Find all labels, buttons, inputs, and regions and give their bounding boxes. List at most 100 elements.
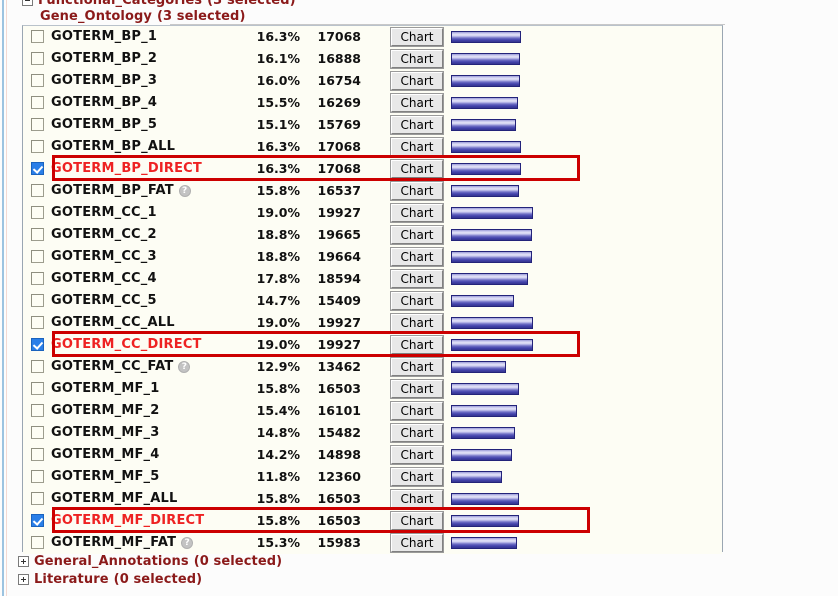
chart-button[interactable]: Chart	[390, 247, 444, 267]
chart-button[interactable]: Chart	[390, 401, 444, 421]
row-bar	[451, 515, 519, 527]
chart-button[interactable]: Chart	[390, 467, 444, 487]
chart-button[interactable]: Chart	[390, 71, 444, 91]
row-checkbox[interactable]	[31, 30, 44, 43]
table-row[interactable]: GOTERM_BP_ALL 16.3% 17068 Chart	[23, 136, 722, 158]
row-count: 16754	[317, 73, 362, 88]
chart-button[interactable]: Chart	[390, 335, 444, 355]
chart-button[interactable]: Chart	[390, 159, 444, 179]
table-row[interactable]: GOTERM_MF_2 15.4% 16101 Chart	[23, 400, 722, 422]
table-row[interactable]: GOTERM_CC_1 19.0% 19927 Chart	[23, 202, 722, 224]
row-checkbox[interactable]	[31, 96, 44, 109]
row-percent: 15.8%	[256, 183, 300, 198]
row-label: GOTERM_CC_4	[51, 271, 157, 286]
chart-button[interactable]: Chart	[390, 379, 444, 399]
row-checkbox[interactable]	[31, 294, 44, 307]
chart-button[interactable]: Chart	[390, 313, 444, 333]
table-row[interactable]: GOTERM_CC_4 17.8% 18594 Chart	[23, 268, 722, 290]
row-checkbox[interactable]	[31, 162, 44, 175]
table-row[interactable]: GOTERM_BP_5 15.1% 15769 Chart	[23, 114, 722, 136]
row-checkbox[interactable]	[31, 316, 44, 329]
question-mark-help-icon[interactable]: ?	[178, 185, 191, 197]
chart-button[interactable]: Chart	[390, 27, 444, 47]
chart-button[interactable]: Chart	[390, 93, 444, 113]
row-percent: 14.7%	[256, 293, 300, 308]
table-row[interactable]: GOTERM_BP_4 15.5% 16269 Chart	[23, 92, 722, 114]
chart-button[interactable]: Chart	[390, 423, 444, 443]
table-row[interactable]: GOTERM_BP_2 16.1% 16888 Chart	[23, 48, 722, 70]
row-checkbox[interactable]	[31, 184, 44, 197]
table-row[interactable]: GOTERM_MF_3 14.8% 15482 Chart	[23, 422, 722, 444]
row-checkbox[interactable]	[31, 140, 44, 153]
row-checkbox[interactable]	[31, 228, 44, 241]
row-checkbox[interactable]	[31, 536, 44, 549]
row-checkbox[interactable]	[31, 514, 44, 527]
row-label: GOTERM_MF_ALL	[51, 491, 178, 506]
table-row[interactable]: GOTERM_MF_4 14.2% 14898 Chart	[23, 444, 722, 466]
row-checkbox[interactable]	[31, 118, 44, 131]
row-checkbox[interactable]	[31, 382, 44, 395]
chart-button[interactable]: Chart	[390, 181, 444, 201]
row-checkbox[interactable]	[31, 492, 44, 505]
table-row[interactable]: GOTERM_BP_FAT? 15.8% 16537 Chart	[23, 180, 722, 202]
chart-button[interactable]: Chart	[390, 489, 444, 509]
tree-header-literature[interactable]: Literature (0 selected)	[18, 572, 202, 587]
row-checkbox[interactable]	[31, 74, 44, 87]
row-percent: 16.3%	[256, 161, 300, 176]
table-row[interactable]: GOTERM_CC_ALL 19.0% 19927 Chart	[23, 312, 722, 334]
chart-button[interactable]: Chart	[390, 203, 444, 223]
table-row[interactable]: GOTERM_CC_FAT? 12.9% 13462 Chart	[23, 356, 722, 378]
row-label: GOTERM_BP_1	[51, 29, 158, 44]
row-checkbox[interactable]	[31, 250, 44, 263]
plus-square-expander-icon[interactable]	[18, 556, 29, 567]
chart-button[interactable]: Chart	[390, 511, 444, 531]
minus-square-expander-icon[interactable]	[22, 0, 33, 6]
row-checkbox[interactable]	[31, 52, 44, 65]
table-row[interactable]: GOTERM_MF_DIRECT 15.8% 16503 Chart	[23, 510, 722, 532]
row-bar-container	[451, 53, 711, 65]
table-row[interactable]: GOTERM_MF_FAT? 15.3% 15983 Chart	[23, 532, 722, 554]
chart-button[interactable]: Chart	[390, 115, 444, 135]
tree-header-functional-categories[interactable]: Functional_Categories (3 selected)	[22, 0, 296, 8]
row-count: 16888	[317, 51, 362, 66]
chart-button[interactable]: Chart	[390, 49, 444, 69]
row-percent: 16.3%	[256, 29, 300, 44]
row-bar	[451, 537, 517, 549]
table-row[interactable]: GOTERM_BP_1 16.3% 17068 Chart	[23, 26, 722, 48]
chart-button[interactable]: Chart	[390, 137, 444, 157]
row-checkbox[interactable]	[31, 426, 44, 439]
table-row[interactable]: GOTERM_MF_1 15.8% 16503 Chart	[23, 378, 722, 400]
table-row[interactable]: GOTERM_CC_5 14.7% 15409 Chart	[23, 290, 722, 312]
table-row[interactable]: GOTERM_CC_DIRECT 19.0% 19927 Chart	[23, 334, 722, 356]
chart-button[interactable]: Chart	[390, 445, 444, 465]
gene-ontology-category-list[interactable]: GOTERM_BP_1 16.3% 17068 Chart GOTERM_BP_2 16.…	[22, 25, 723, 554]
chart-button[interactable]: Chart	[390, 357, 444, 377]
tree-header-gene-ontology[interactable]: Gene_Ontology (3 selected)	[40, 9, 246, 24]
row-checkbox[interactable]	[31, 448, 44, 461]
table-row[interactable]: GOTERM_MF_ALL 15.8% 16503 Chart	[23, 488, 722, 510]
table-row[interactable]: GOTERM_CC_2 18.8% 19665 Chart	[23, 224, 722, 246]
row-checkbox[interactable]	[31, 272, 44, 285]
chart-button[interactable]: Chart	[390, 225, 444, 245]
row-bar-container	[451, 537, 711, 549]
row-checkbox[interactable]	[31, 206, 44, 219]
row-checkbox[interactable]	[31, 360, 44, 373]
row-checkbox[interactable]	[31, 470, 44, 483]
row-bar-container	[451, 163, 711, 175]
row-checkbox[interactable]	[31, 404, 44, 417]
plus-square-expander-icon[interactable]	[18, 574, 29, 585]
question-mark-help-icon[interactable]: ?	[178, 361, 191, 373]
tree-header-general-annotations[interactable]: General_Annotations (0 selected)	[18, 554, 282, 569]
row-checkbox[interactable]	[31, 338, 44, 351]
row-label: GOTERM_MF_5	[51, 469, 160, 484]
row-bar	[451, 185, 519, 197]
chart-button[interactable]: Chart	[390, 533, 444, 553]
chart-button[interactable]: Chart	[390, 291, 444, 311]
table-row[interactable]: GOTERM_MF_5 11.8% 12360 Chart	[23, 466, 722, 488]
table-row[interactable]: GOTERM_BP_3 16.0% 16754 Chart	[23, 70, 722, 92]
question-mark-help-icon[interactable]: ?	[181, 537, 194, 549]
table-row[interactable]: GOTERM_BP_DIRECT 16.3% 17068 Chart	[23, 158, 722, 180]
chart-button[interactable]: Chart	[390, 269, 444, 289]
table-row[interactable]: GOTERM_CC_3 18.8% 19664 Chart	[23, 246, 722, 268]
tree-header-label: Literature	[34, 572, 109, 587]
